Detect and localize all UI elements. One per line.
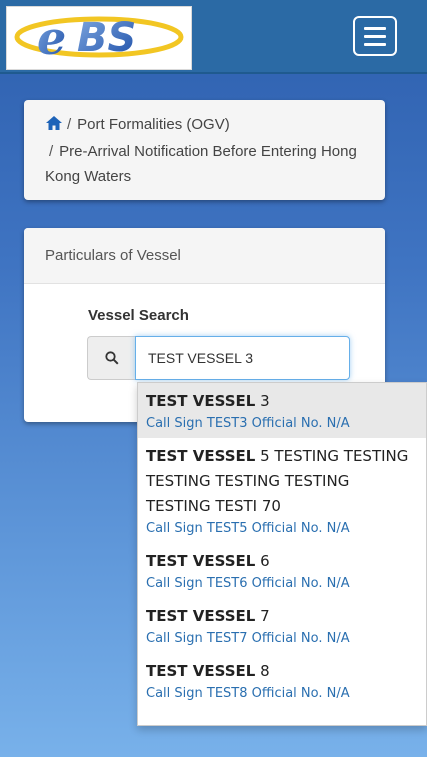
hamburger-icon-bar [364, 26, 386, 30]
suggestion-name-match: TEST VESSEL [146, 392, 256, 410]
suggestion-item[interactable]: TEST VESSEL 5 TESTING TESTING TESTING TE… [138, 438, 426, 543]
suggestion-name-match: TEST VESSEL [146, 607, 256, 625]
suggestion-subtext: Call Sign TEST6 Official No. N/A [146, 576, 350, 591]
suggestion-subtext: Call Sign TEST5 Official No. N/A [146, 521, 350, 536]
suggestion-name-rest: 8 [255, 662, 270, 680]
top-navbar: e BS [0, 0, 427, 74]
svg-text:e: e [37, 11, 66, 65]
breadcrumb-separator: / [67, 116, 72, 133]
suggestion-subtext: Call Sign TEST8 Official No. N/A [146, 686, 350, 701]
vessel-search-input[interactable] [135, 336, 350, 380]
suggestion-subtext: Call Sign TEST7 Official No. N/A [146, 631, 350, 646]
search-icon [87, 336, 135, 380]
suggestion-item[interactable]: TEST VESSEL 7 Call Sign TEST7 Official N… [138, 598, 426, 653]
breadcrumb-separator: / [49, 143, 54, 160]
vessel-suggestion-dropdown: TEST VESSEL 3 Call Sign TEST3 Official N… [137, 382, 427, 726]
vessel-search-group [87, 336, 350, 380]
suggestion-name-rest: 6 [255, 552, 270, 570]
suggestion-subtext: Call Sign TEST3 Official No. N/A [146, 416, 350, 431]
home-icon[interactable] [45, 114, 63, 139]
vessel-search-label: Vessel Search [88, 307, 189, 324]
suggestion-name-match: TEST VESSEL [146, 552, 256, 570]
suggestion-name-rest: 7 [255, 607, 270, 625]
breadcrumb-item-pre-arrival: Pre-Arrival Notification Before Entering… [45, 143, 357, 185]
breadcrumb: / Port Formalities (OGV) / Pre-Arrival Not… [24, 100, 385, 200]
hamburger-icon-bar [364, 34, 386, 38]
hamburger-icon-bar [364, 42, 386, 46]
breadcrumb-item-port-formalities[interactable]: Port Formalities (OGV) [77, 116, 230, 133]
suggestion-item[interactable]: TEST VESSEL 6 Call Sign TEST6 Official N… [138, 543, 426, 598]
suggestion-name-match: TEST VESSEL [146, 662, 256, 680]
svg-text:BS: BS [77, 15, 136, 61]
suggestion-item[interactable]: TEST VESSEL 8 Call Sign TEST8 Official N… [138, 653, 426, 708]
panel-title: Particulars of Vessel [24, 228, 385, 284]
suggestion-name-rest: 3 [255, 392, 270, 410]
suggestion-name-match: TEST VESSEL [146, 447, 256, 465]
suggestion-item[interactable]: TEST VESSEL 3 Call Sign TEST3 Official N… [138, 383, 426, 438]
ebs-logo[interactable]: e BS [6, 6, 192, 70]
menu-toggle-button[interactable] [353, 16, 397, 56]
